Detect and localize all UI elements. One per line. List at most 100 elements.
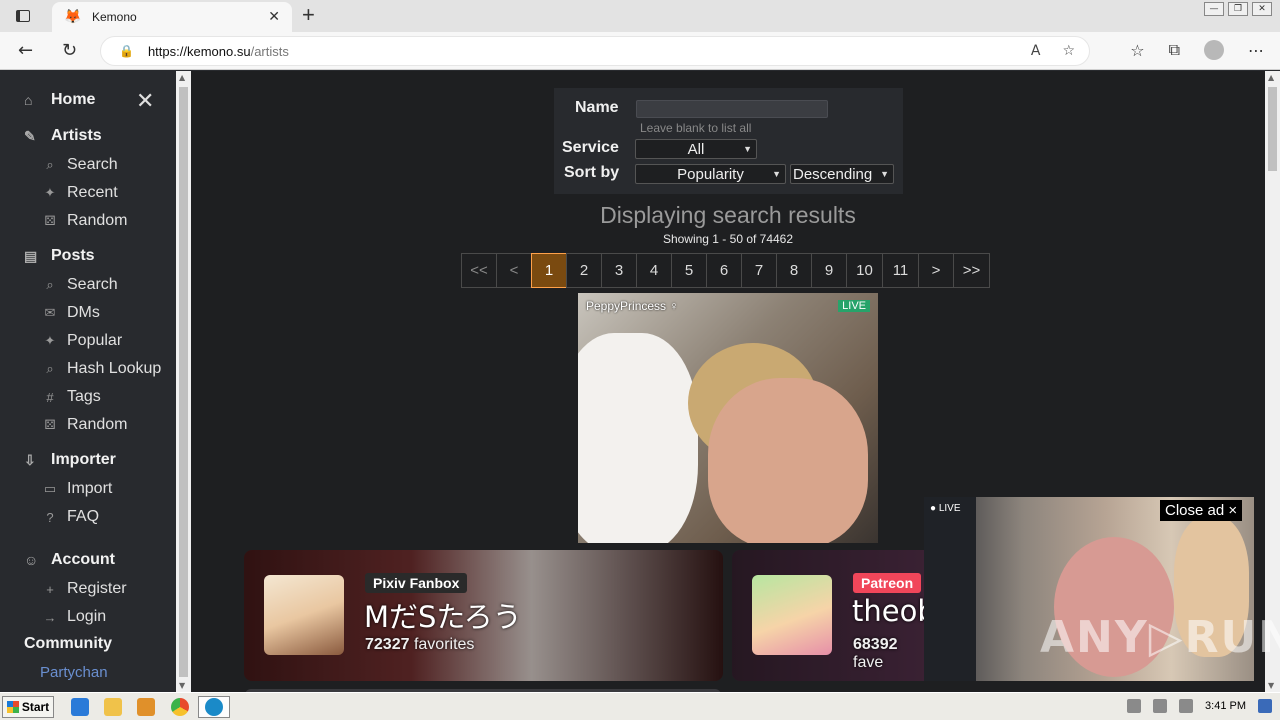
page-11[interactable]: 11 [882, 253, 919, 288]
page-5[interactable]: 5 [671, 253, 707, 288]
sidebar-importer-label: Importer [51, 451, 116, 468]
sidebar-scroll-thumb[interactable] [179, 87, 188, 677]
tab-actions-button[interactable] [10, 6, 36, 26]
page-10[interactable]: 10 [846, 253, 883, 288]
sidebar-scrollbar[interactable]: ▲ ▼ [176, 71, 191, 692]
artist-card[interactable]: Pixiv Fanbox MだSたろう 72327 favorites [244, 550, 723, 681]
toolbar-right: ☆ ⧉ ⋯ [1130, 40, 1264, 60]
pagination: << < 1 2 3 4 5 6 7 8 9 10 11 > >> [461, 253, 990, 288]
sidebar-importer-heading[interactable]: ⇩ Importer [24, 451, 116, 469]
start-button[interactable]: Start [2, 696, 54, 718]
minimize-button[interactable]: — [1204, 2, 1224, 16]
sidebar-item-login[interactable]: → Login [40, 608, 107, 626]
page-first[interactable]: << [461, 253, 497, 288]
chrome-icon[interactable] [171, 698, 189, 716]
search-icon: ⌕ [46, 157, 54, 172]
sidebar-item-label: FAQ [67, 508, 100, 525]
close-window-button[interactable]: ✕ [1252, 2, 1272, 16]
page-4[interactable]: 4 [636, 253, 672, 288]
tab-close-icon[interactable]: ✕ [268, 8, 280, 25]
scroll-down-icon[interactable]: ▼ [1268, 681, 1274, 690]
sidebar-item-posts-search[interactable]: ⌕ Search [40, 276, 117, 294]
add-favorite-icon[interactable]: ☆ [1062, 43, 1075, 59]
sidebar-item-import[interactable]: ▭ Import [40, 480, 113, 498]
read-aloud-icon[interactable]: A [1031, 43, 1041, 59]
sidebar-item-faq[interactable]: ? FAQ [40, 508, 99, 526]
action-center-icon[interactable] [1258, 699, 1272, 713]
scroll-up-icon[interactable]: ▲ [1268, 73, 1274, 82]
live-label: LIVE [938, 503, 961, 514]
name-input[interactable] [636, 100, 828, 118]
flag-icon[interactable] [1179, 699, 1194, 713]
ad-bg-shape [578, 333, 698, 543]
ad-face-shape [708, 378, 868, 543]
sidebar-artists-heading[interactable]: ✎ Artists [24, 127, 102, 145]
scroll-down-icon[interactable]: ▼ [179, 681, 185, 690]
volume-icon[interactable] [1127, 699, 1142, 713]
more-menu-icon[interactable]: ⋯ [1248, 41, 1264, 60]
shuffle-icon: ⚄ [44, 213, 56, 228]
sidebar-home[interactable]: ⌂ Home [24, 91, 95, 109]
favorites-icon[interactable]: ☆ [1130, 41, 1144, 60]
page-3[interactable]: 3 [601, 253, 637, 288]
scroll-up-icon[interactable]: ▲ [179, 73, 185, 82]
sidebar-item-posts-hash-lookup[interactable]: ⌕ Hash Lookup [40, 360, 161, 378]
sidebar-item-artists-recent[interactable]: ✦ Recent [40, 184, 118, 202]
sidebar-item-posts-tags[interactable]: # Tags [40, 388, 101, 406]
sidebar-item-posts-dms[interactable]: ✉ DMs [40, 304, 100, 322]
page-prev[interactable]: < [496, 253, 532, 288]
media-player-icon[interactable] [137, 698, 155, 716]
chevron-down-icon: ▼ [880, 169, 889, 179]
page-scrollbar[interactable]: ▲ ▼ [1265, 71, 1280, 692]
order-select[interactable]: Descending ▼ [790, 164, 894, 184]
page-2[interactable]: 2 [566, 253, 602, 288]
collections-icon[interactable]: ⧉ [1169, 40, 1180, 60]
restore-button[interactable]: ❐ [1228, 2, 1248, 16]
sidebar-account-heading[interactable]: ☺ Account [24, 551, 115, 569]
page-next[interactable]: > [918, 253, 954, 288]
close-sidebar-icon[interactable]: ✕ [136, 89, 154, 114]
address-bar-actions: A ☆ [1031, 43, 1075, 59]
sidebar-posts-heading[interactable]: ▤ Posts [24, 247, 95, 265]
sidebar-artists-label: Artists [51, 127, 102, 144]
chevron-down-icon: ▼ [772, 169, 781, 179]
artist-card[interactable]: Patreon theob 68392 fave [732, 550, 932, 681]
hash-icon: # [46, 389, 54, 405]
sort-select-value: Popularity [677, 165, 744, 183]
sidebar-item-artists-random[interactable]: ⚄ Random [40, 212, 127, 230]
browser-toolbar: ← ↻ 🔒 https://kemono.su/artists A ☆ ☆ ⧉ … [0, 32, 1280, 70]
browser-tab[interactable]: 🦊 Kemono ✕ [52, 2, 292, 32]
sidebar-item-posts-popular[interactable]: ✦ Popular [40, 332, 123, 350]
sidebar-community-heading: Community [24, 635, 112, 652]
sidebar-item-label: Recent [67, 184, 118, 201]
start-label: Start [21, 700, 50, 714]
page-1[interactable]: 1 [531, 253, 567, 288]
back-icon[interactable]: ← [18, 40, 33, 61]
video-ad[interactable]: PeppyPrincess ♀ LIVE [578, 293, 878, 543]
sidebar-item-posts-random[interactable]: ⚄ Random [40, 416, 127, 434]
page-last[interactable]: >> [953, 253, 990, 288]
page-6[interactable]: 6 [706, 253, 742, 288]
page-9[interactable]: 9 [811, 253, 847, 288]
edge-taskbar-button[interactable] [198, 696, 230, 718]
sidebar-item-partychan[interactable]: Partychan [40, 664, 108, 681]
address-bar[interactable]: 🔒 https://kemono.su/artists A ☆ [100, 36, 1090, 66]
sidebar-item-label: Tags [67, 388, 101, 405]
service-select[interactable]: All ▼ [635, 139, 757, 159]
favorites-number: 68392 [853, 636, 898, 653]
page-scroll-thumb[interactable] [1268, 87, 1277, 171]
close-ad-button[interactable]: Close ad × [1160, 500, 1243, 521]
new-tab-button[interactable]: + [302, 2, 315, 28]
folder-icon[interactable] [104, 698, 122, 716]
page-7[interactable]: 7 [741, 253, 777, 288]
sidebar-item-artists-search[interactable]: ⌕ Search [40, 156, 117, 174]
clock[interactable]: 3:41 PM [1205, 700, 1246, 712]
profile-avatar[interactable] [1204, 40, 1224, 60]
sidebar-item-register[interactable]: + Register [40, 580, 126, 598]
ie-icon[interactable] [71, 698, 89, 716]
page-8[interactable]: 8 [776, 253, 812, 288]
refresh-icon[interactable]: ↻ [62, 40, 77, 61]
network-icon[interactable] [1153, 699, 1168, 713]
sort-select[interactable]: Popularity ▼ [635, 164, 786, 184]
lock-icon[interactable]: 🔒 [119, 44, 134, 58]
